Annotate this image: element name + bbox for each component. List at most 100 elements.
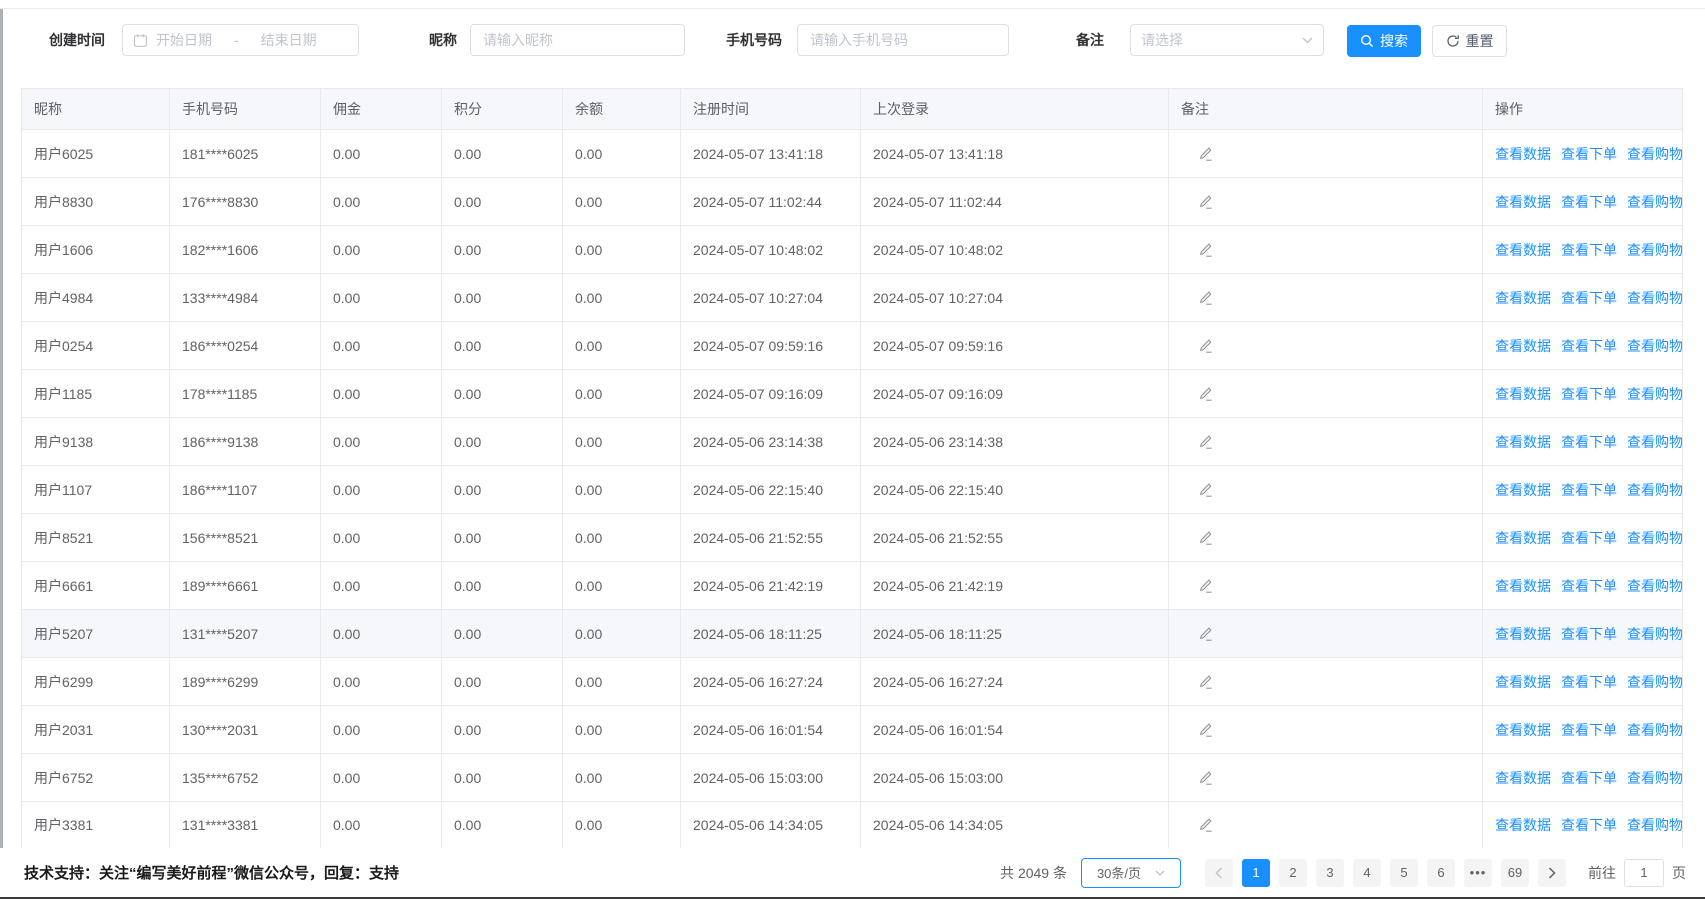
edit-remark-icon[interactable] [1197,626,1213,642]
view-orders-link[interactable]: 查看下单 [1561,192,1617,212]
edit-remark-icon[interactable] [1197,434,1213,450]
remark-select[interactable]: 请选择 [1130,24,1324,56]
date-end-placeholder: 结束日期 [261,30,317,50]
cell-registered: 2024-05-06 21:42:19 [681,562,861,609]
cell-registered: 2024-05-06 21:52:55 [681,514,861,561]
view-orders-link[interactable]: 查看下单 [1561,576,1617,596]
page-button-6[interactable]: 6 [1427,859,1455,887]
edit-remark-icon[interactable] [1197,242,1213,258]
view-cart-link[interactable]: 查看购物车 [1627,576,1682,596]
view-cart-link[interactable]: 查看购物车 [1627,192,1682,212]
search-button[interactable]: 搜索 [1347,25,1421,57]
view-orders-link[interactable]: 查看下单 [1561,240,1617,260]
page-size-select[interactable]: 30条/页 [1081,858,1181,888]
cell-registered: 2024-05-06 16:27:24 [681,658,861,705]
cell-balance: 0.00 [563,610,681,657]
edit-remark-icon[interactable] [1197,386,1213,402]
view-data-link[interactable]: 查看数据 [1495,240,1551,260]
view-cart-link[interactable]: 查看购物车 [1627,768,1682,788]
goto-page-input[interactable] [1624,859,1664,887]
view-orders-link[interactable]: 查看下单 [1561,768,1617,788]
cell-actions: 查看数据 查看下单 查看购物车 [1483,322,1682,369]
phone-input[interactable] [797,24,1009,56]
page-button-4[interactable]: 4 [1353,859,1381,887]
view-orders-link[interactable]: 查看下单 [1561,672,1617,692]
page-button-1[interactable]: 1 [1242,859,1270,887]
view-cart-link[interactable]: 查看购物车 [1627,432,1682,452]
view-cart-link[interactable]: 查看购物车 [1627,815,1682,835]
view-orders-link[interactable]: 查看下单 [1561,288,1617,308]
cell-remark [1169,226,1483,273]
cell-registered: 2024-05-06 18:11:25 [681,610,861,657]
edit-remark-icon[interactable] [1197,674,1213,690]
view-cart-link[interactable]: 查看购物车 [1627,384,1682,404]
view-cart-link[interactable]: 查看购物车 [1627,672,1682,692]
view-data-link[interactable]: 查看数据 [1495,672,1551,692]
reset-button[interactable]: 重置 [1432,25,1507,57]
edit-remark-icon[interactable] [1197,338,1213,354]
view-cart-link[interactable]: 查看购物车 [1627,240,1682,260]
view-data-link[interactable]: 查看数据 [1495,144,1551,164]
view-orders-link[interactable]: 查看下单 [1561,336,1617,356]
view-cart-link[interactable]: 查看购物车 [1627,480,1682,500]
view-orders-link[interactable]: 查看下单 [1561,480,1617,500]
page-button-5[interactable]: 5 [1390,859,1418,887]
view-data-link[interactable]: 查看数据 [1495,192,1551,212]
edit-remark-icon[interactable] [1197,817,1213,833]
view-orders-link[interactable]: 查看下单 [1561,720,1617,740]
edit-remark-icon[interactable] [1197,290,1213,306]
view-data-link[interactable]: 查看数据 [1495,288,1551,308]
view-data-link[interactable]: 查看数据 [1495,480,1551,500]
view-orders-link[interactable]: 查看下单 [1561,528,1617,548]
view-cart-link[interactable]: 查看购物车 [1627,144,1682,164]
left-edge-strip [0,9,3,853]
page-button-2[interactable]: 2 [1279,859,1307,887]
cell-balance: 0.00 [563,226,681,273]
view-orders-link[interactable]: 查看下单 [1561,815,1617,835]
view-data-link[interactable]: 查看数据 [1495,336,1551,356]
view-data-link[interactable]: 查看数据 [1495,768,1551,788]
view-data-link[interactable]: 查看数据 [1495,432,1551,452]
goto-label: 前往 [1588,863,1616,883]
nickname-input[interactable] [470,24,685,56]
page-button-69[interactable]: 69 [1501,859,1529,887]
cell-balance: 0.00 [563,802,681,848]
edit-remark-icon[interactable] [1197,146,1213,162]
table-row: 用户9138 186****9138 0.00 0.00 0.00 2024-0… [22,417,1682,465]
prev-page-button[interactable] [1205,859,1233,887]
view-orders-link[interactable]: 查看下单 [1561,624,1617,644]
cell-balance: 0.00 [563,130,681,177]
next-page-button[interactable] [1538,859,1566,887]
cell-remark [1169,130,1483,177]
view-data-link[interactable]: 查看数据 [1495,528,1551,548]
view-data-link[interactable]: 查看数据 [1495,576,1551,596]
view-data-link[interactable]: 查看数据 [1495,384,1551,404]
view-data-link[interactable]: 查看数据 [1495,815,1551,835]
view-cart-link[interactable]: 查看购物车 [1627,720,1682,740]
pager-more-button[interactable]: ••• [1464,859,1492,887]
cell-commission: 0.00 [321,802,442,848]
edit-remark-icon[interactable] [1197,722,1213,738]
view-cart-link[interactable]: 查看购物车 [1627,288,1682,308]
cell-registered: 2024-05-07 10:48:02 [681,226,861,273]
view-orders-link[interactable]: 查看下单 [1561,144,1617,164]
view-data-link[interactable]: 查看数据 [1495,720,1551,740]
cell-phone: 181****6025 [170,130,321,177]
view-orders-link[interactable]: 查看下单 [1561,384,1617,404]
edit-remark-icon[interactable] [1197,482,1213,498]
edit-remark-icon[interactable] [1197,578,1213,594]
view-cart-link[interactable]: 查看购物车 [1627,528,1682,548]
table-row: 用户8521 156****8521 0.00 0.00 0.00 2024-0… [22,513,1682,561]
date-range-picker[interactable]: 开始日期 - 结束日期 [122,24,359,56]
view-cart-link[interactable]: 查看购物车 [1627,624,1682,644]
cell-actions: 查看数据 查看下单 查看购物车 [1483,610,1682,657]
cell-points: 0.00 [442,226,563,273]
edit-remark-icon[interactable] [1197,194,1213,210]
edit-remark-icon[interactable] [1197,770,1213,786]
view-orders-link[interactable]: 查看下单 [1561,432,1617,452]
view-cart-link[interactable]: 查看购物车 [1627,336,1682,356]
edit-remark-icon[interactable] [1197,530,1213,546]
page-button-3[interactable]: 3 [1316,859,1344,887]
cell-nickname: 用户8521 [22,514,170,561]
view-data-link[interactable]: 查看数据 [1495,624,1551,644]
